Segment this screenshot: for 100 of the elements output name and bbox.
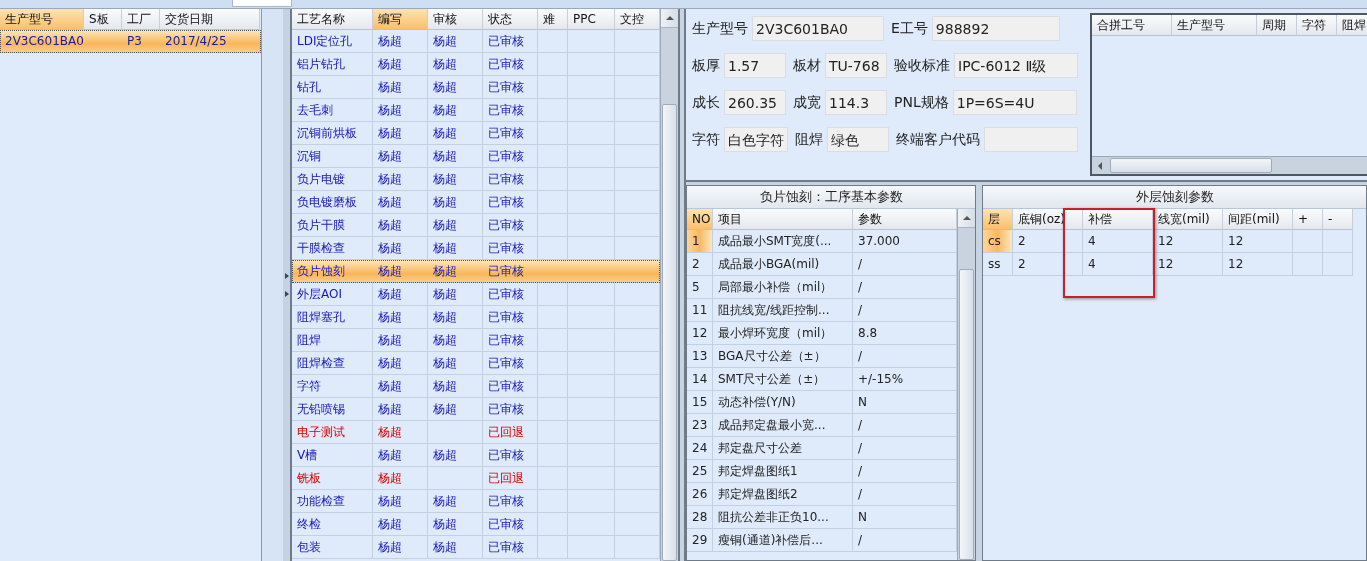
grid-row[interactable]: 沉铜前烘板 杨超 杨超 已审核 [292, 122, 660, 145]
table-cell: 杨超 [428, 214, 483, 237]
input-field[interactable]: 260.35 [724, 90, 786, 115]
input-field[interactable]: 114.3 [825, 90, 887, 115]
column-header[interactable]: 交货日期 [160, 9, 260, 30]
grid-row[interactable]: 12 最小焊环宽度（mil） 8.8 [687, 322, 957, 345]
grid-row[interactable]: 25 邦定焊盘图纸1 / [687, 460, 957, 483]
column-header[interactable]: 合拼工号 [1092, 15, 1172, 36]
grid-row[interactable]: 28 阻抗公差非正负10... N [687, 506, 957, 529]
table-cell: 阻焊塞孔 [292, 306, 373, 329]
table-cell: 钻孔 [292, 76, 373, 99]
grid-row[interactable]: 负片干膜 杨超 杨超 已审核 [292, 214, 660, 237]
column-header[interactable]: PPC [568, 9, 615, 30]
table-cell: 杨超 [373, 444, 428, 467]
column-header[interactable]: 间距(mil) [1223, 209, 1293, 230]
table-cell: 成品邦定盘最小宽... [713, 414, 853, 437]
column-header[interactable]: S板 [84, 9, 122, 30]
column-header[interactable]: 生产型号 [0, 9, 84, 30]
grid-row[interactable]: 1 成品最小SMT宽度(... 37.000 [687, 230, 957, 253]
grid-row[interactable]: cs 2 4 12 12 [983, 230, 1366, 253]
column-header[interactable]: 审核 [428, 9, 483, 30]
grid-row[interactable]: 11 阻抗线宽/线距控制... / [687, 299, 957, 322]
column-header[interactable]: 层 [983, 209, 1013, 230]
grid-row[interactable]: 字符 杨超 杨超 已审核 [292, 375, 660, 398]
table-cell: 杨超 [373, 30, 428, 53]
grid-row[interactable]: 阻焊 杨超 杨超 已审核 [292, 329, 660, 352]
column-header[interactable]: 参数 [853, 209, 957, 230]
grid-row[interactable]: 终检 杨超 杨超 已审核 [292, 513, 660, 536]
column-header[interactable]: + [1293, 209, 1323, 230]
table-cell: 已审核 [483, 536, 538, 559]
grid-row[interactable]: 14 SMT尺寸公差（±） +/-15% [687, 368, 957, 391]
table-cell: 包装 [292, 536, 373, 559]
grid-row[interactable]: 13 BGA尺寸公差（±） / [687, 345, 957, 368]
grid-row[interactable]: 29 瘦铜(通道)补偿后... / [687, 529, 957, 552]
input-field[interactable]: 988892 [931, 16, 1060, 41]
column-header[interactable]: 项目 [713, 209, 853, 230]
input-field[interactable] [984, 127, 1078, 152]
grid-row[interactable]: ss 2 4 12 12 [983, 253, 1366, 276]
scrollbar[interactable] [1092, 156, 1367, 174]
field-label: PNL规格 [894, 93, 949, 112]
scrollbar[interactable] [660, 9, 678, 561]
grid-row[interactable]: 2V3C601BA0 P3 2017/4/25 [0, 30, 261, 53]
field-label: 字符 [692, 130, 720, 149]
column-header[interactable]: NO [687, 209, 713, 230]
column-header[interactable]: 工艺名称 [292, 9, 373, 30]
table-cell: 杨超 [428, 283, 483, 306]
column-header[interactable]: 阻焊 [1337, 15, 1367, 36]
table-cell: 杨超 [428, 168, 483, 191]
grid-row[interactable]: 无铅喷锡 杨超 杨超 已审核 [292, 398, 660, 421]
grid-row[interactable]: 15 动态补偿(Y/N) N [687, 391, 957, 414]
table-cell: 负片干膜 [292, 214, 373, 237]
input-field[interactable]: IPC-6012 Ⅱ级 [954, 53, 1078, 78]
splitter-handle[interactable] [283, 9, 290, 561]
table-cell: BGA尺寸公差（±） [713, 345, 853, 368]
table-cell: 负片蚀刻 [292, 260, 373, 283]
table-cell: 12 [687, 322, 713, 345]
column-header[interactable]: 线宽(mil) [1153, 209, 1223, 230]
column-header[interactable]: 周期 [1257, 15, 1297, 36]
grid-row[interactable]: 负电镀磨板 杨超 杨超 已审核 [292, 191, 660, 214]
grid-row[interactable]: LDI定位孔 杨超 杨超 已审核 [292, 30, 660, 53]
column-header[interactable]: 状态 [483, 9, 538, 30]
scrollbar[interactable] [957, 209, 975, 560]
column-header[interactable]: 补偿 [1083, 209, 1153, 230]
input-field[interactable]: TU-768 [825, 53, 887, 78]
grid-row[interactable]: 26 邦定焊盘图纸2 / [687, 483, 957, 506]
table-cell: 无铅喷锡 [292, 398, 373, 421]
column-header[interactable]: 难 [538, 9, 568, 30]
grid-row[interactable]: 钻孔 杨超 杨超 已审核 [292, 76, 660, 99]
grid-row[interactable]: 阻焊检查 杨超 杨超 已审核 [292, 352, 660, 375]
column-header[interactable]: 文控 [615, 9, 660, 30]
grid-row[interactable]: 电子测试 杨超 已回退 [292, 421, 660, 444]
grid-row[interactable]: 功能检查 杨超 杨超 已审核 [292, 490, 660, 513]
column-header[interactable]: 编写 [373, 9, 428, 30]
grid-row[interactable]: 负片电镀 杨超 杨超 已审核 [292, 168, 660, 191]
input-field[interactable]: 绿色 [827, 127, 889, 152]
column-header[interactable]: 工厂 [122, 9, 160, 30]
grid-row[interactable]: 铣板 杨超 已回退 [292, 467, 660, 490]
column-header[interactable]: 生产型号 [1172, 15, 1257, 36]
input-field[interactable]: 1P=6S=4U [952, 90, 1077, 115]
grid-row[interactable]: 5 局部最小补偿（mil） / [687, 276, 957, 299]
grid-row[interactable]: 沉铜 杨超 杨超 已审核 [292, 145, 660, 168]
column-header[interactable]: 字符 [1297, 15, 1337, 36]
table-cell: SMT尺寸公差（±） [713, 368, 853, 391]
input-field[interactable]: 2V3C601BA0 [752, 16, 884, 41]
grid-row[interactable]: V槽 杨超 杨超 已审核 [292, 444, 660, 467]
grid-row[interactable]: 23 成品邦定盘最小宽... / [687, 414, 957, 437]
input-field[interactable] [232, 0, 292, 7]
grid-row[interactable]: 去毛刺 杨超 杨超 已审核 [292, 99, 660, 122]
column-header[interactable]: - [1323, 209, 1353, 230]
table-cell: 外层AOI [292, 283, 373, 306]
table-cell: 去毛刺 [292, 99, 373, 122]
input-field[interactable]: 白色字符 [724, 127, 788, 152]
input-field[interactable]: 1.57 [724, 53, 786, 78]
grid-row[interactable]: 阻焊塞孔 杨超 杨超 已审核 [292, 306, 660, 329]
grid-row[interactable]: 铝片钻孔 杨超 杨超 已审核 [292, 53, 660, 76]
grid-row[interactable]: 24 邦定盘尺寸公差 / [687, 437, 957, 460]
grid-row[interactable]: 外层AOI 杨超 杨超 已审核 [292, 283, 660, 306]
grid-row[interactable]: 2 成品最小BGA(mil) / [687, 253, 957, 276]
grid-row[interactable]: 负片蚀刻 杨超 杨超 已审核 [292, 260, 660, 283]
grid-row[interactable]: 包装 杨超 杨超 已审核 [292, 536, 660, 559]
